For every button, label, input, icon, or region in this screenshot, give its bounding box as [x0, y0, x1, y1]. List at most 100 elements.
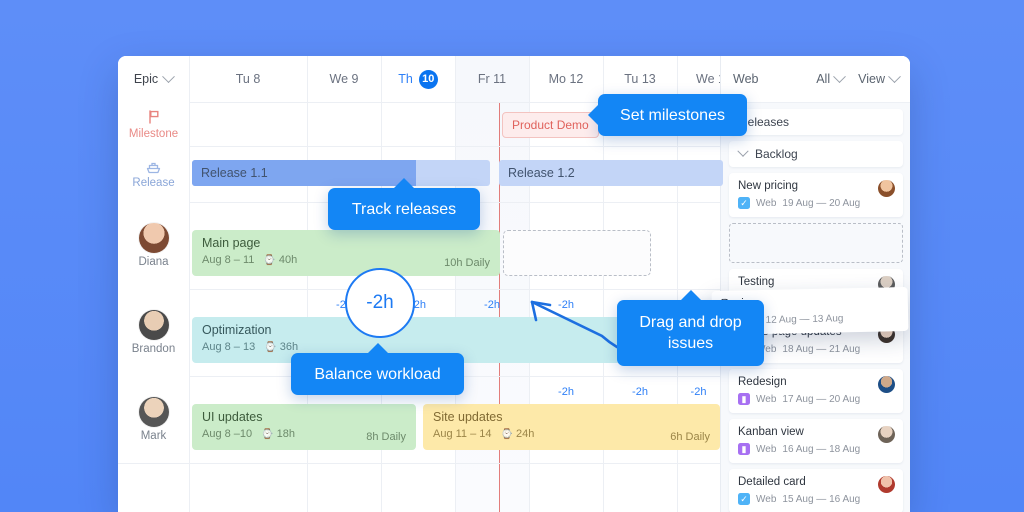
project-name: Web — [733, 72, 759, 86]
milestone-row-label[interactable]: Milestone — [118, 102, 190, 146]
avatar — [878, 426, 895, 443]
group-backlog[interactable]: Backlog — [729, 141, 903, 167]
filter-label: All — [816, 72, 831, 86]
avatar — [878, 180, 895, 197]
card-meta: ✓ Web 19 Aug — 20 Aug — [738, 197, 894, 209]
card-dates: 16 Aug — 18 Aug — [782, 443, 861, 455]
ship-icon — [146, 162, 161, 173]
day-header-cell[interactable]: We 9 — [307, 56, 381, 102]
person-label-mark[interactable]: Mark — [118, 376, 190, 463]
task-estimate: 36h — [279, 341, 299, 353]
group-releases[interactable]: Releases — [729, 109, 903, 135]
callout-tail — [393, 178, 415, 189]
day-header-cell[interactable]: Mo 12 — [529, 56, 603, 102]
delta-hours: -2h — [632, 386, 648, 398]
callout-tail — [366, 343, 389, 354]
card-title: Testing — [738, 276, 775, 288]
backlog-card[interactable]: Redesign ▮ Web 17 Aug — 20 Aug — [729, 369, 903, 413]
milestone-chip[interactable]: Product Demo — [502, 112, 599, 138]
story-type-icon: ▮ — [738, 393, 750, 405]
card-dates: 12 Aug — 13 Aug — [765, 312, 844, 326]
person-name: Brandon — [131, 343, 176, 355]
group-label: Backlog — [755, 147, 798, 161]
hourglass-icon: ⌚ — [263, 255, 276, 266]
card-title: New pricing — [738, 180, 799, 192]
callout-text: Drag and drop issues — [639, 314, 742, 352]
epic-column-header[interactable]: Epic — [118, 56, 189, 102]
view-label: View — [858, 72, 885, 86]
callout-track-releases[interactable]: Track releases — [328, 178, 480, 230]
backlog-card[interactable]: New pricing ✓ Web 19 Aug — 20 Aug — [729, 173, 903, 217]
task-estimate: 40h — [278, 254, 298, 266]
avatar — [138, 397, 169, 427]
card-meta: ▮ Web 16 Aug — 18 Aug — [738, 443, 894, 455]
task-type-icon: ✓ — [738, 493, 750, 505]
milestone-chip-label: Product Demo — [512, 118, 589, 132]
view-dropdown[interactable]: View — [858, 69, 901, 86]
avatar — [138, 310, 169, 340]
release-bar[interactable]: Release 1.2 — [499, 160, 723, 186]
day-header-cell[interactable]: Tu 8 — [189, 56, 307, 102]
chevron-down-icon — [888, 69, 901, 83]
release-row-label[interactable]: Release — [118, 146, 190, 202]
card-dates: 17 Aug — 20 Aug — [782, 393, 861, 405]
callout-set-milestones[interactable]: Set milestones — [588, 94, 747, 136]
release-bar-label: Release 1.1 — [201, 166, 268, 180]
person-name: Diana — [138, 256, 169, 268]
task-bar-ui-updates[interactable]: UI updates Aug 8 –10 ⌚ 18h 8h Daily — [192, 404, 416, 450]
task-title: UI updates — [202, 410, 263, 424]
delta-hours: -2h — [484, 299, 500, 311]
task-estimate-group: ⌚ 36h — [264, 341, 298, 353]
milestone-label: Milestone — [128, 127, 179, 140]
callout-text: Balance workload — [314, 365, 441, 383]
delta-hours: -2h — [690, 386, 707, 398]
workload-balance-badge[interactable]: -2h — [345, 268, 415, 338]
card-project: Web — [756, 443, 777, 455]
backlog-card[interactable]: Kanban view ▮ Web 16 Aug — 18 Aug — [729, 419, 903, 463]
backlog-card[interactable]: Detailed card ✓ Web 15 Aug — 16 Aug — [729, 469, 903, 512]
card-meta: ✓ Web 15 Aug — 16 Aug — [738, 493, 894, 505]
callout-drag-and-drop[interactable]: Drag and drop issues — [617, 290, 764, 366]
task-estimate-group: ⌚ 24h — [501, 428, 535, 440]
day-label: Mo 12 — [548, 72, 584, 86]
page-root: Epic Tu 8 We 9 Th 10 Fr 11 Mo 12 Tu 13 W… — [0, 0, 1024, 512]
day-label: We 9 — [329, 72, 359, 86]
chevron-down-icon — [162, 69, 176, 83]
card-meta: ▮ Web 17 Aug — 20 Aug — [738, 393, 894, 405]
callout-balance-workload[interactable]: Balance workload — [291, 343, 464, 395]
task-bar-main-page[interactable]: Main page Aug 8 – 11 ⌚ 40h 10h Daily — [192, 230, 500, 276]
workload-balance-value: -2h — [366, 292, 394, 313]
hourglass-icon: ⌚ — [261, 429, 274, 440]
filter-dropdown[interactable]: All — [816, 69, 846, 86]
chevron-down-icon — [833, 69, 846, 83]
person-label-diana[interactable]: Diana — [118, 202, 190, 289]
day-label: Tu 8 — [235, 72, 261, 86]
delta-hours: -2h — [558, 299, 574, 311]
card-dates: 15 Aug — 16 Aug — [782, 493, 861, 505]
drop-placeholder[interactable] — [503, 230, 651, 276]
avatar — [138, 223, 169, 253]
flag-icon — [148, 109, 158, 124]
task-estimate-group: ⌚ 40h — [263, 254, 297, 266]
day-label: Tu 13 — [624, 72, 656, 86]
callout-tail — [679, 290, 702, 301]
avatar — [878, 476, 895, 493]
day-header-cell-today[interactable]: Th 10 — [381, 56, 455, 102]
task-estimate: 24h — [516, 428, 535, 440]
task-dates: Aug 8 – 13 — [202, 341, 256, 353]
epic-label: Epic — [133, 72, 159, 86]
today-date-badge: 10 — [418, 69, 438, 89]
card-dates: 18 Aug — 21 Aug — [782, 343, 861, 355]
person-label-brandon[interactable]: Brandon — [118, 289, 190, 376]
callout-text: Set milestones — [620, 106, 725, 124]
task-title: Main page — [202, 236, 261, 250]
release-bar[interactable]: Release 1.1 — [192, 160, 490, 186]
side-panel-header: Web All View — [721, 56, 910, 103]
task-bar-site-updates[interactable]: Site updates Aug 11 – 14 ⌚ 24h 6h Daily — [423, 404, 720, 450]
task-title: Site updates — [433, 410, 503, 424]
task-type-icon: ✓ — [738, 197, 750, 209]
task-rate: 8h Daily — [366, 431, 406, 443]
card-dates: 19 Aug — 20 Aug — [782, 197, 861, 209]
card-project: Web — [756, 493, 777, 505]
day-header-cell[interactable]: Fr 11 — [455, 56, 529, 102]
